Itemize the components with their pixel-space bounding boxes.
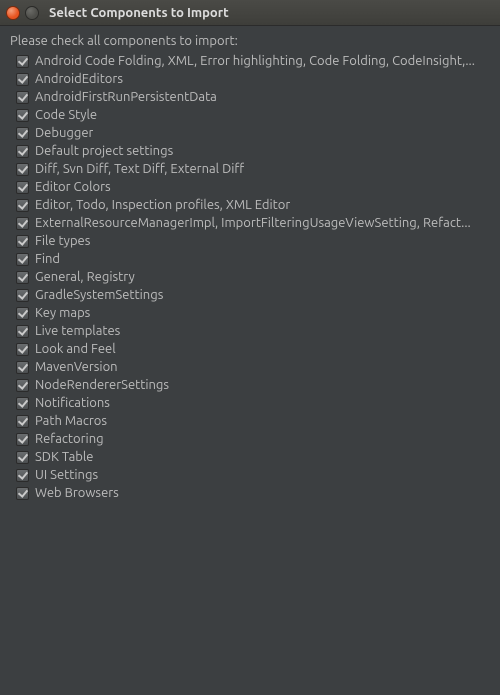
list-item[interactable]: Android Code Folding, XML, Error highlig… <box>16 52 490 70</box>
checkbox-icon[interactable] <box>16 469 29 482</box>
list-item-label: MavenVersion <box>35 360 118 374</box>
checkbox-icon[interactable] <box>16 433 29 446</box>
list-item[interactable]: Editor, Todo, Inspection profiles, XML E… <box>16 196 490 214</box>
checkbox-icon[interactable] <box>16 289 29 302</box>
list-item[interactable]: AndroidEditors <box>16 70 490 88</box>
list-item[interactable]: Editor Colors <box>16 178 490 196</box>
list-item[interactable]: Key maps <box>16 304 490 322</box>
list-item-label: Look and Feel <box>35 342 116 356</box>
list-item[interactable]: Default project settings <box>16 142 490 160</box>
list-item[interactable]: Find <box>16 250 490 268</box>
checkbox-icon[interactable] <box>16 109 29 122</box>
checkbox-icon[interactable] <box>16 235 29 248</box>
checkbox-icon[interactable] <box>16 181 29 194</box>
checkbox-icon[interactable] <box>16 217 29 230</box>
list-item[interactable]: File types <box>16 232 490 250</box>
list-item[interactable]: ExternalResourceManagerImpl, ImportFilte… <box>16 214 490 232</box>
list-item-label: Android Code Folding, XML, Error highlig… <box>35 54 475 68</box>
list-item[interactable]: AndroidFirstRunPersistentData <box>16 88 490 106</box>
list-item-label: Key maps <box>35 306 90 320</box>
list-item-label: GradleSystemSettings <box>35 288 163 302</box>
list-item[interactable]: Web Browsers <box>16 484 490 502</box>
list-item-label: Editor Colors <box>35 180 111 194</box>
list-item-label: General, Registry <box>35 270 135 284</box>
list-item-label: ExternalResourceManagerImpl, ImportFilte… <box>35 216 471 230</box>
list-item-label: Refactoring <box>35 432 104 446</box>
list-item[interactable]: Path Macros <box>16 412 490 430</box>
checkbox-icon[interactable] <box>16 253 29 266</box>
instruction-text: Please check all components to import: <box>10 34 490 48</box>
checkbox-icon[interactable] <box>16 361 29 374</box>
list-item[interactable]: MavenVersion <box>16 358 490 376</box>
checkbox-icon[interactable] <box>16 487 29 500</box>
list-item-label: Notifications <box>35 396 110 410</box>
list-item-label: AndroidEditors <box>35 72 123 86</box>
list-item[interactable]: General, Registry <box>16 268 490 286</box>
close-icon[interactable] <box>6 6 20 20</box>
checkbox-icon[interactable] <box>16 343 29 356</box>
minimize-icon[interactable] <box>25 6 39 20</box>
list-item[interactable]: Diff, Svn Diff, Text Diff, External Diff <box>16 160 490 178</box>
list-item-label: UI Settings <box>35 468 98 482</box>
list-item[interactable]: Notifications <box>16 394 490 412</box>
list-item-label: NodeRendererSettings <box>35 378 169 392</box>
list-item-label: Path Macros <box>35 414 107 428</box>
checkbox-icon[interactable] <box>16 415 29 428</box>
window-title: Select Components to Import <box>49 6 229 20</box>
dialog-content: Please check all components to import: A… <box>0 26 500 510</box>
list-item-label: Editor, Todo, Inspection profiles, XML E… <box>35 198 290 212</box>
list-item-label: AndroidFirstRunPersistentData <box>35 90 217 104</box>
list-item[interactable]: Debugger <box>16 124 490 142</box>
list-item[interactable]: NodeRendererSettings <box>16 376 490 394</box>
checkbox-icon[interactable] <box>16 163 29 176</box>
checkbox-icon[interactable] <box>16 91 29 104</box>
checkbox-icon[interactable] <box>16 271 29 284</box>
checkbox-icon[interactable] <box>16 397 29 410</box>
list-item-label: File types <box>35 234 90 248</box>
titlebar: Select Components to Import <box>0 0 500 26</box>
list-item[interactable]: UI Settings <box>16 466 490 484</box>
checkbox-icon[interactable] <box>16 451 29 464</box>
checkbox-icon[interactable] <box>16 325 29 338</box>
checkbox-icon[interactable] <box>16 145 29 158</box>
checkbox-icon[interactable] <box>16 199 29 212</box>
checkbox-icon[interactable] <box>16 127 29 140</box>
checkbox-icon[interactable] <box>16 73 29 86</box>
list-item-label: Debugger <box>35 126 93 140</box>
list-item[interactable]: Refactoring <box>16 430 490 448</box>
list-item-label: Code Style <box>35 108 97 122</box>
list-item[interactable]: SDK Table <box>16 448 490 466</box>
list-item[interactable]: Live templates <box>16 322 490 340</box>
list-item-label: Default project settings <box>35 144 173 158</box>
list-item-label: Live templates <box>35 324 120 338</box>
checkbox-icon[interactable] <box>16 55 29 68</box>
list-item[interactable]: GradleSystemSettings <box>16 286 490 304</box>
list-item-label: Diff, Svn Diff, Text Diff, External Diff <box>35 162 244 176</box>
checkbox-icon[interactable] <box>16 379 29 392</box>
list-item-label: Find <box>35 252 60 266</box>
list-item[interactable]: Look and Feel <box>16 340 490 358</box>
list-item[interactable]: Code Style <box>16 106 490 124</box>
window-controls <box>6 6 39 20</box>
checkbox-icon[interactable] <box>16 307 29 320</box>
component-list: Android Code Folding, XML, Error highlig… <box>10 52 490 502</box>
list-item-label: Web Browsers <box>35 486 119 500</box>
list-item-label: SDK Table <box>35 450 93 464</box>
